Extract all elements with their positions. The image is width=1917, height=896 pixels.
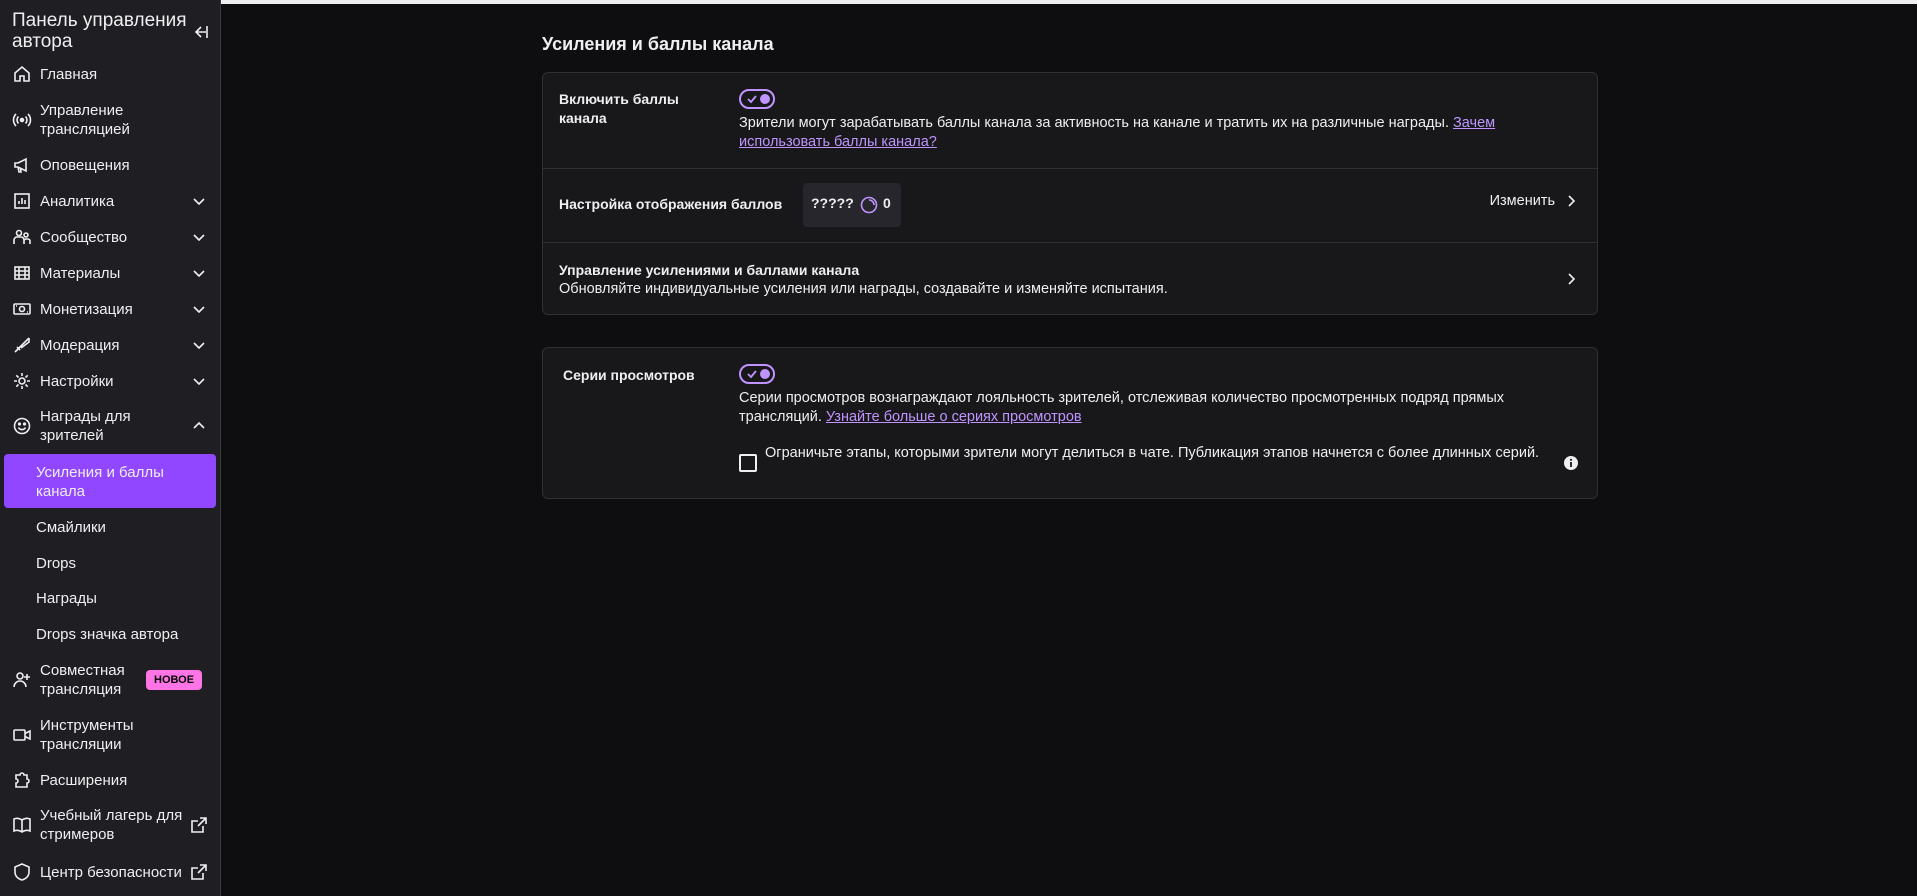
- sidebar-item-analytics[interactable]: Аналитика: [0, 191, 220, 211]
- points-value: 0: [883, 195, 891, 211]
- sidebar-item-label: Инструменты трансляции: [40, 717, 134, 753]
- monetization-icon: [13, 303, 31, 315]
- points-name: ?????: [811, 195, 854, 211]
- new-badge: НОВОЕ: [146, 670, 203, 690]
- manage-rewards-row[interactable]: Управление усилениями и баллами канала О…: [543, 243, 1597, 315]
- sidebar-item-label: Учебный лагерь для стримеров: [40, 807, 183, 843]
- chevron-down-icon: [193, 234, 205, 242]
- sidebar-item-moderation[interactable]: Модерация: [0, 335, 220, 355]
- change-button[interactable]: Изменить: [1490, 193, 1579, 209]
- chevron-down-icon: [193, 198, 205, 206]
- sidebar-item-stream-tools[interactable]: Инструменты трансляции: [0, 716, 220, 754]
- sidebar-item-alerts[interactable]: Оповещения: [0, 155, 220, 175]
- sidebar-item-stream-manager[interactable]: Управление трансляцией: [0, 101, 220, 139]
- manage-rewards-description: Обновляйте индивидуальные усиления или н…: [559, 281, 1168, 297]
- sidebar-item-community[interactable]: Сообщество: [0, 227, 220, 247]
- enable-points-toggle[interactable]: [739, 89, 775, 109]
- points-display-row[interactable]: Настройка отображения баллов ????? 0 Изм…: [543, 169, 1597, 242]
- top-border: [221, 0, 1917, 4]
- sidebar-item-label: Аналитика: [40, 192, 115, 210]
- sidebar-subitem-rewards[interactable]: Награды: [36, 589, 97, 608]
- chevron-down-icon: [193, 378, 205, 386]
- toggle-knob: [760, 369, 770, 379]
- sidebar-item-viewer-rewards[interactable]: Награды для зрителей: [0, 407, 220, 445]
- external-link-icon: [191, 864, 207, 880]
- add-user-icon: [13, 672, 30, 688]
- sidebar-subitem-emotes[interactable]: Смайлики: [36, 518, 106, 537]
- megaphone-icon: [14, 157, 27, 173]
- watch-streaks-label: Серии просмотров: [563, 367, 695, 383]
- sidebar-item-label: Совместная трансляция: [40, 662, 125, 698]
- analytics-icon: [14, 193, 30, 209]
- toggle-knob: [760, 94, 770, 104]
- sidebar-item-extensions[interactable]: Расширения: [0, 770, 220, 790]
- check-icon: [747, 370, 757, 379]
- sidebar-item-label: Награды для зрителей: [40, 408, 131, 444]
- sidebar-subitem-channel-points[interactable]: Усиления и баллы канала: [36, 463, 206, 501]
- sidebar-item-label: Главная: [40, 65, 98, 83]
- sidebar-item-label: Оповещения: [40, 156, 130, 174]
- page-title: Усиления и баллы канала: [542, 34, 774, 54]
- chevron-down-icon: [193, 342, 205, 350]
- sidebar-subitem-drops[interactable]: Drops: [36, 554, 76, 573]
- sidebar-item-label: Центр безопасности: [40, 863, 182, 881]
- enable-points-description: Зрители могут зарабатывать баллы канала …: [739, 114, 1559, 152]
- watch-streaks-card: Серии просмотров Серии просмотров вознаг…: [542, 347, 1598, 499]
- chevron-up-icon: [193, 421, 205, 429]
- chevron-right-icon: [1568, 195, 1576, 207]
- gear-icon: [14, 373, 30, 389]
- sidebar-item-label: Настройки: [40, 372, 114, 390]
- external-link-icon: [191, 817, 207, 833]
- sidebar-item-content[interactable]: Материалы: [0, 263, 220, 283]
- content-icon: [14, 266, 30, 280]
- channel-points-card: Включить баллы канала Зрители могут зара…: [542, 72, 1598, 315]
- camera-icon: [13, 729, 31, 741]
- limit-milestones-label: Ограничьте этапы, которыми зрители могут…: [765, 445, 1540, 461]
- chevron-down-icon: [193, 270, 205, 278]
- change-label: Изменить: [1489, 193, 1555, 209]
- sidebar-subitem-badge-drops[interactable]: Drops значка автора: [36, 625, 178, 644]
- sword-icon: [14, 337, 30, 353]
- smile-icon: [13, 417, 31, 435]
- points-display-label: Настройка отображения баллов: [559, 196, 783, 212]
- enable-points-row: Включить баллы канала Зрители могут зара…: [543, 73, 1597, 168]
- collapse-icon[interactable]: [190, 22, 210, 42]
- sidebar-item-monetization[interactable]: Монетизация: [0, 299, 220, 319]
- book-icon: [13, 817, 31, 833]
- sidebar-item-safety-center[interactable]: Центр безопасности: [0, 862, 220, 882]
- check-icon: [747, 95, 757, 104]
- info-icon[interactable]: [1563, 455, 1579, 471]
- sidebar-item-label: Материалы: [40, 264, 121, 282]
- broadcast-icon: [12, 113, 32, 127]
- sidebar-item-label: Монетизация: [40, 300, 133, 318]
- enable-points-description-text: Зрители могут зарабатывать баллы канала …: [739, 115, 1449, 131]
- chevron-down-icon: [193, 306, 205, 314]
- watch-streaks-toggle[interactable]: [739, 364, 775, 384]
- sidebar: Панель управления автора Главная Управле…: [0, 0, 221, 896]
- learn-streaks-link[interactable]: Узнайте больше о сериях просмотров: [826, 409, 1082, 425]
- sidebar-item-creator-camp[interactable]: Учебный лагерь для стримеров: [0, 806, 220, 844]
- community-icon: [13, 229, 31, 244]
- home-icon: [14, 65, 30, 82]
- enable-points-label: Включить баллы канала: [559, 91, 679, 126]
- sidebar-item-label: Сообщество: [40, 228, 128, 246]
- manage-rewards-title: Управление усилениями и баллами канала: [559, 262, 860, 278]
- limit-milestones-checkbox[interactable]: [739, 454, 757, 472]
- shield-icon: [14, 863, 30, 881]
- watch-streaks-description: Серии просмотров вознаграждают лояльност…: [739, 389, 1559, 427]
- sidebar-title: Панель управления автора: [12, 10, 187, 52]
- sidebar-item-home[interactable]: Главная: [0, 64, 220, 84]
- channel-points-icon: [860, 196, 878, 214]
- sidebar-item-settings[interactable]: Настройки: [0, 371, 220, 391]
- sidebar-item-label: Управление трансляцией: [40, 102, 130, 138]
- sidebar-item-label: Расширения: [40, 771, 128, 789]
- chevron-right-icon: [1568, 273, 1576, 285]
- puzzle-icon: [15, 772, 30, 788]
- points-preview: ????? 0: [803, 183, 901, 227]
- sidebar-item-label: Модерация: [40, 336, 120, 354]
- sidebar-header: Панель управления автора: [0, 0, 220, 54]
